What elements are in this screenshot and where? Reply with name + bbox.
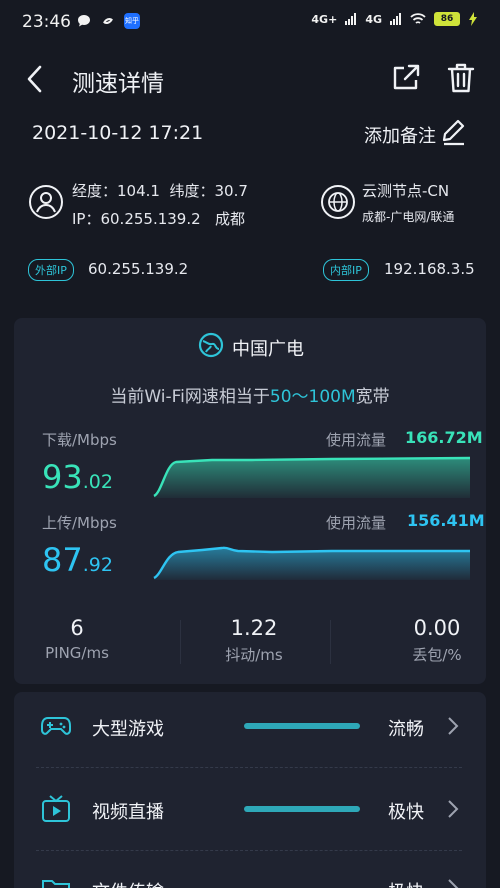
signal-4g-plus: 4G+ — [311, 12, 338, 26]
user-icon — [28, 184, 64, 220]
download-speed: 93.02 — [42, 458, 113, 496]
scenario-status: 极快 — [388, 878, 424, 888]
share-button[interactable] — [390, 62, 422, 94]
external-ip: 60.255.139.2 — [88, 260, 189, 278]
scenario-level-bar — [244, 723, 360, 729]
upload-speed: 87.92 — [42, 541, 113, 579]
upload-usage: 156.41M — [407, 511, 485, 530]
equiv-suffix: 宽带 — [355, 387, 390, 407]
download-speed-dec: .02 — [82, 471, 113, 493]
battery-indicator: 86 — [434, 12, 460, 26]
row-divider — [36, 767, 462, 768]
globe-icon — [320, 184, 356, 220]
upload-speed-dec: .92 — [82, 554, 113, 576]
ping-value: 6 — [70, 616, 84, 640]
page-title: 测速详情 — [72, 71, 164, 97]
trash-icon — [447, 63, 475, 93]
download-speed-int: 93 — [42, 458, 83, 496]
chevron-left-icon — [27, 65, 42, 93]
isp-globe-icon — [198, 332, 224, 358]
status-right: 4G+ 4G 86 — [311, 12, 478, 26]
equiv-prefix: 当前Wi-Fi网速相当于 — [110, 387, 270, 407]
download-usage-label: 使用流量 — [326, 431, 387, 449]
scenario-label: 视频直播 — [92, 802, 164, 823]
stat-divider — [330, 620, 331, 664]
external-ip-badge: 外部IP — [28, 259, 74, 281]
back-button[interactable] — [24, 64, 48, 94]
add-note-button[interactable]: 添加备注 — [364, 122, 436, 148]
upload-curve — [153, 546, 470, 580]
gamepad-icon — [40, 712, 72, 740]
row-divider — [36, 850, 462, 851]
ping-label: PING/ms — [45, 644, 109, 662]
equiv-range: 50～100M — [269, 387, 356, 407]
status-time: 23:46 — [22, 12, 71, 32]
folder-icon — [40, 876, 72, 888]
loss-stat: 0.00 丢包/% — [362, 616, 500, 665]
signal-icon-2 — [390, 13, 401, 25]
internal-ip-badge: 内部IP — [323, 259, 369, 281]
scenario-label: 大型游戏 — [92, 719, 164, 740]
notification-icons: 知乎 — [76, 13, 140, 29]
charging-icon — [469, 12, 477, 26]
scenario-status: 极快 — [388, 802, 424, 823]
jitter-label: 抖动/ms — [225, 646, 283, 664]
node-detail: 成都-广电网/联通 — [362, 210, 455, 224]
wifi-icon — [410, 13, 426, 24]
download-usage: 166.72M — [405, 428, 483, 447]
pen-icon — [442, 119, 465, 146]
isp-name: 中国广电 — [232, 339, 304, 360]
jitter-stat: 1.22 抖动/ms — [179, 616, 329, 665]
signal-4g: 4G — [365, 12, 382, 26]
chevron-right-icon[interactable] — [446, 878, 460, 888]
swirl-icon — [100, 13, 116, 29]
add-note-edit[interactable] — [441, 118, 467, 146]
chevron-right-icon[interactable] — [446, 799, 460, 819]
upload-speed-int: 87 — [42, 541, 83, 579]
test-datetime: 2021-10-12 17:21 — [32, 122, 204, 144]
upload-label: 上传/Mbps — [42, 514, 117, 532]
chevron-right-icon[interactable] — [446, 716, 460, 736]
bandwidth-equivalent: 当前Wi-Fi网速相当于50～100M宽带 — [0, 382, 500, 407]
scenario-status: 流畅 — [388, 719, 424, 740]
internal-ip: 192.168.3.5 — [384, 260, 475, 278]
download-label: 下载/Mbps — [42, 431, 117, 449]
loss-value: 0.00 — [413, 616, 461, 640]
signal-icon — [345, 13, 357, 25]
tv-icon — [40, 794, 72, 822]
node-name: 云测节点-CN — [362, 182, 450, 200]
jitter-value: 1.22 — [230, 616, 278, 640]
ping-stat: 6 PING/ms — [2, 616, 152, 662]
upload-usage-label: 使用流量 — [326, 514, 387, 532]
loss-label: 丢包/% — [412, 646, 462, 664]
message-icon — [76, 13, 92, 29]
zhihu-icon: 知乎 — [124, 13, 140, 29]
download-curve — [153, 456, 470, 498]
delete-button[interactable] — [446, 62, 476, 94]
scenario-level-bar — [244, 806, 360, 812]
coordinates: 经度：104.1 纬度：30.7 — [72, 182, 248, 200]
ip-location: IP：60.255.139.2 成都 — [72, 210, 245, 228]
share-icon — [393, 64, 420, 90]
scenario-label: 文件传输 — [92, 878, 164, 888]
